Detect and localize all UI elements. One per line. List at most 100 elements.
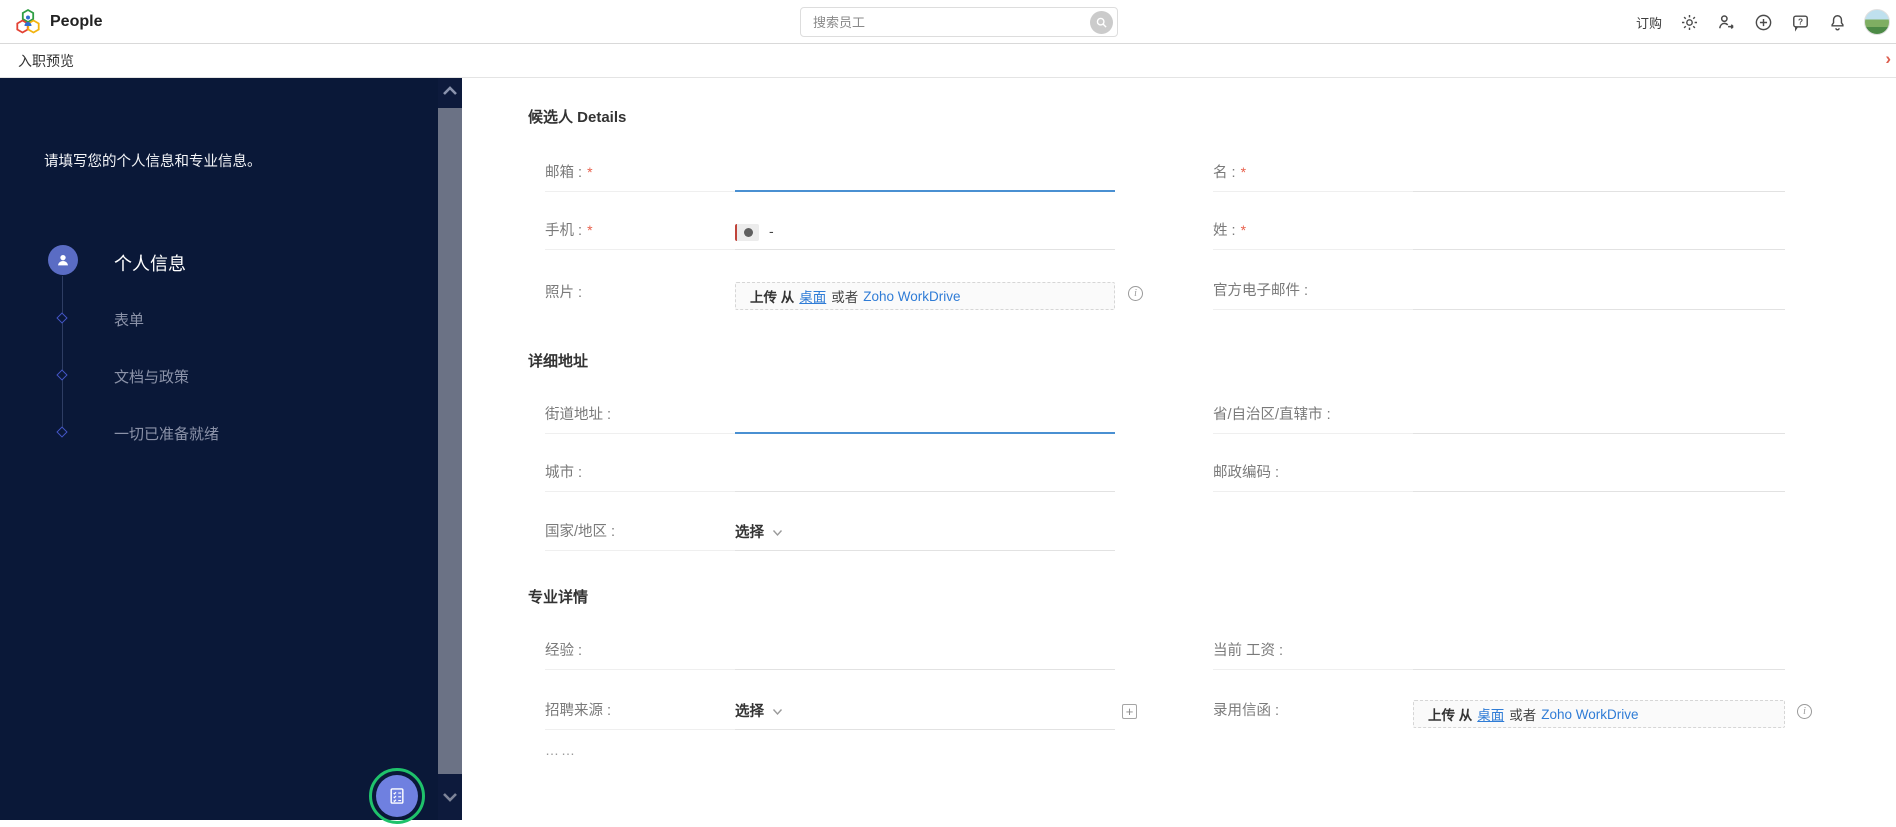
- help-icon[interactable]: ?: [1790, 12, 1810, 32]
- field-first-name: 名 : *: [1213, 160, 1785, 192]
- upload-prefix: 上传 从: [1428, 708, 1473, 723]
- mobile-dash: -: [769, 223, 774, 240]
- upload-prefix: 上传 从: [750, 290, 795, 305]
- search-input[interactable]: [801, 8, 1083, 36]
- top-bar: People 订购: [0, 0, 1896, 44]
- page-title: 入职预览: [18, 53, 74, 69]
- zip-input[interactable]: [1413, 467, 1785, 492]
- current-salary-input[interactable]: [1413, 645, 1785, 670]
- upload-desktop-link[interactable]: 桌面: [1477, 704, 1504, 724]
- zoho-people-logo-icon: [16, 8, 40, 34]
- chevron-down-icon: [772, 703, 783, 719]
- mobile-input[interactable]: -: [735, 223, 1115, 250]
- state-label: 省/自治区/直辖市 :: [1213, 403, 1413, 434]
- photo-upload-dropzone[interactable]: 上传 从 桌面 或者 Zoho WorkDrive: [735, 282, 1115, 310]
- field-state: 省/自治区/直辖市 :: [1213, 402, 1785, 434]
- app-title: People: [50, 13, 103, 30]
- source-label: 招聘来源 :: [545, 699, 735, 730]
- search-icon[interactable]: [1090, 11, 1113, 34]
- street-input[interactable]: [735, 409, 1115, 434]
- subscribe-link[interactable]: 订购: [1636, 13, 1662, 32]
- first-name-input[interactable]: [1413, 167, 1785, 192]
- offer-letter-upload-dropzone[interactable]: 上传 从 桌面 或者 Zoho WorkDrive: [1413, 700, 1785, 728]
- bell-icon[interactable]: [1827, 12, 1847, 32]
- field-experience: 经验 :: [545, 638, 1115, 670]
- onboarding-steps-sidebar: 请填写您的个人信息和专业信息。 个人信息 表单 文档与政策 一切已准备就绪: [0, 78, 438, 824]
- more-fields-indicator: ……: [545, 742, 577, 758]
- first-name-label: 名 :: [1213, 165, 1236, 181]
- upload-workdrive-link[interactable]: Zoho WorkDrive: [863, 289, 960, 304]
- upload-or-text: 或者: [831, 290, 859, 305]
- scroll-up-icon[interactable]: [440, 84, 460, 98]
- state-input[interactable]: [1413, 409, 1785, 434]
- source-select[interactable]: 选择: [735, 704, 764, 720]
- street-label: 街道地址 :: [545, 403, 735, 434]
- scrollbar-thumb[interactable]: [438, 108, 462, 774]
- country-label: 国家/地区 :: [545, 520, 735, 551]
- step-marker-forms: [56, 312, 68, 324]
- plus-circle-icon[interactable]: [1753, 12, 1773, 32]
- required-mark: *: [1240, 164, 1247, 180]
- current-salary-label: 当前 工资 :: [1213, 639, 1413, 670]
- user-switch-icon[interactable]: [1716, 12, 1736, 32]
- country-select[interactable]: 选择: [735, 525, 764, 541]
- sidebar-item-forms[interactable]: 表单: [114, 309, 144, 330]
- sidebar-item-all-ready[interactable]: 一切已准备就绪: [114, 423, 219, 444]
- avatar[interactable]: [1864, 9, 1890, 35]
- mobile-label: 手机 :: [545, 223, 583, 239]
- city-input[interactable]: [735, 467, 1115, 492]
- upload-workdrive-link[interactable]: Zoho WorkDrive: [1541, 707, 1638, 722]
- offer-letter-label: 录用信函 :: [1213, 703, 1280, 719]
- step-personal-info-badge[interactable]: [48, 245, 78, 275]
- city-label: 城市 :: [545, 461, 735, 492]
- required-mark: *: [587, 164, 593, 180]
- required-mark: *: [1240, 222, 1247, 238]
- step-marker-ready: [56, 426, 68, 438]
- sidebar-intro-text: 请填写您的个人信息和专业信息。: [44, 154, 262, 170]
- step-connector-line: [62, 276, 63, 432]
- field-offer-letter: 录用信函 : 上传 从 桌面 或者 Zoho WorkDrive: [1213, 698, 1785, 730]
- last-name-label: 姓 :: [1213, 223, 1236, 239]
- field-street: 街道地址 :: [545, 402, 1115, 434]
- section-title-professional: 专业详情: [528, 589, 589, 606]
- official-email-label: 官方电子邮件 :: [1213, 279, 1413, 310]
- sidebar-item-documents-policies[interactable]: 文档与政策: [114, 366, 189, 387]
- experience-input[interactable]: [735, 645, 1115, 670]
- form-summary-fab-button[interactable]: [369, 768, 425, 824]
- upload-desktop-link[interactable]: 桌面: [799, 286, 826, 306]
- email-label: 邮箱 :: [545, 165, 583, 181]
- photo-info-icon[interactable]: i: [1128, 286, 1143, 301]
- upload-or-text: 或者: [1509, 708, 1537, 723]
- field-city: 城市 :: [545, 460, 1115, 492]
- gear-icon[interactable]: [1679, 12, 1699, 32]
- add-option-icon[interactable]: +: [1122, 704, 1137, 719]
- chevron-down-icon: [772, 524, 783, 540]
- field-email: 邮箱 : *: [545, 160, 1115, 192]
- field-official-email: 官方电子邮件 :: [1213, 278, 1785, 310]
- photo-label: 照片 :: [545, 285, 583, 301]
- breadcrumb-bar: 入职预览 ›: [0, 44, 1896, 78]
- required-mark: *: [587, 222, 593, 238]
- field-photo: 照片 : 上传 从 桌面 或者 Zoho WorkDrive: [545, 280, 1115, 312]
- field-country: 国家/地区 : 选择: [545, 519, 1115, 551]
- country-flag-selector-icon[interactable]: [735, 224, 759, 241]
- sidebar-item-personal-info[interactable]: 个人信息: [114, 250, 186, 276]
- onboarding-form: 候选人 Details 邮箱 : * 名 : * 手机 : * - 姓 : * 照片 :…: [462, 78, 1896, 827]
- sidebar-scrollbar[interactable]: [438, 78, 462, 820]
- scroll-right-chevron-icon[interactable]: ›: [1885, 49, 1891, 69]
- step-marker-documents: [56, 369, 68, 381]
- person-icon: [58, 255, 68, 266]
- field-source: 招聘来源 : 选择: [545, 698, 1115, 730]
- last-name-input[interactable]: [1413, 225, 1785, 250]
- offer-letter-info-icon[interactable]: i: [1797, 704, 1812, 719]
- field-mobile: 手机 : * -: [545, 218, 1115, 250]
- svg-text:?: ?: [1797, 16, 1802, 26]
- section-title-address: 详细地址: [528, 353, 589, 370]
- official-email-input[interactable]: [1413, 285, 1785, 310]
- zip-label: 邮政编码 :: [1213, 461, 1413, 492]
- field-last-name: 姓 : *: [1213, 218, 1785, 250]
- body: 请填写您的个人信息和专业信息。 个人信息 表单 文档与政策 一切已准备就绪 候选…: [0, 78, 1896, 827]
- scroll-down-icon[interactable]: [440, 790, 460, 804]
- section-title-candidate: 候选人 Details: [528, 109, 627, 126]
- email-input[interactable]: [735, 167, 1115, 192]
